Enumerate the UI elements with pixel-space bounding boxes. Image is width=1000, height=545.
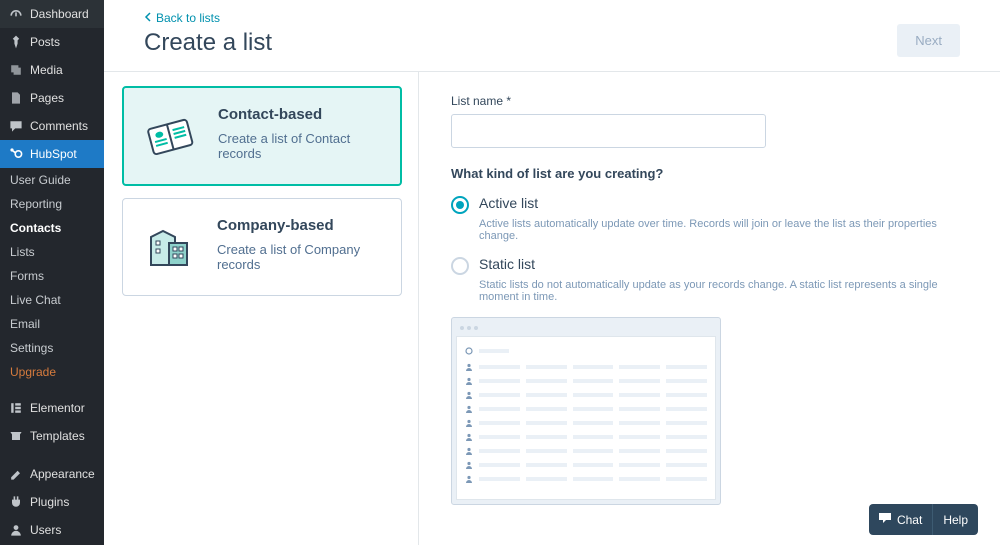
radio-desc-active: Active lists automatically update over t… [479, 218, 968, 242]
sidebar-item-label: Dashboard [30, 7, 89, 21]
chat-bubble-icon [879, 512, 893, 527]
list-config-column: List name * What kind of list are you cr… [419, 72, 1000, 545]
preview-row [465, 391, 707, 399]
media-icon [8, 62, 24, 78]
person-icon [465, 377, 473, 385]
card-desc: Create a list of Company records [217, 242, 385, 272]
contact-illustration-icon [140, 106, 200, 166]
templates-icon [8, 428, 24, 444]
preview-row [465, 377, 707, 385]
wp-admin-sidebar: Dashboard Posts Media Pages Comments HubSpot U… [0, 0, 104, 545]
person-icon [465, 447, 473, 455]
sidebar-item-label: Pages [30, 91, 64, 105]
sidebar-item-label: Appearance [30, 467, 95, 481]
sidebar-item-templates[interactable]: Templates [0, 422, 104, 450]
radio-option-static[interactable]: Static list [451, 256, 968, 275]
main-content: Back to lists Create a list Next Contact… [104, 0, 1000, 545]
radio-option-active[interactable]: Active list [451, 195, 968, 214]
back-link-text: Back to lists [156, 11, 220, 25]
hubspot-icon [8, 146, 24, 162]
sidebar-item-comments[interactable]: Comments [0, 112, 104, 140]
sidebar-item-media[interactable]: Media [0, 56, 104, 84]
sidebar-subitem-email[interactable]: Email [0, 312, 104, 336]
preview-row [465, 447, 707, 455]
person-icon [465, 433, 473, 441]
sidebar-item-label: Comments [30, 119, 88, 133]
person-icon [465, 419, 473, 427]
radio-icon [451, 196, 469, 214]
card-desc: Create a list of Contact records [218, 131, 384, 161]
page-title: Create a list [144, 29, 272, 57]
sidebar-subitem-contacts[interactable]: Contacts [0, 216, 104, 240]
sidebar-subitem-settings[interactable]: Settings [0, 336, 104, 360]
sidebar-subitem-upgrade[interactable]: Upgrade [0, 360, 104, 384]
sidebar-item-hubspot[interactable]: HubSpot [0, 140, 104, 168]
help-button[interactable]: Help [932, 504, 978, 535]
preview-row [465, 363, 707, 371]
sidebar-item-label: Elementor [30, 401, 85, 415]
person-icon [465, 391, 473, 399]
preview-row [465, 419, 707, 427]
person-icon [465, 405, 473, 413]
sidebar-subitem-lists[interactable]: Lists [0, 240, 104, 264]
sidebar-item-dashboard[interactable]: Dashboard [0, 0, 104, 28]
sidebar-item-plugins[interactable]: Plugins [0, 488, 104, 516]
list-name-label: List name * [451, 94, 968, 108]
next-button[interactable]: Next [897, 24, 960, 57]
sidebar-item-appearance[interactable]: Appearance [0, 460, 104, 488]
window-dots-icon [456, 322, 716, 336]
chevron-left-icon [144, 11, 152, 25]
back-link[interactable]: Back to lists [144, 11, 220, 25]
card-company[interactable]: Company-based Create a list of Company re… [122, 198, 402, 296]
comment-icon [8, 118, 24, 134]
sidebar-item-label: Templates [30, 429, 85, 443]
preview-row [465, 461, 707, 469]
dashboard-icon [8, 6, 24, 22]
list-name-input[interactable] [451, 114, 766, 148]
sidebar-subitem-user-guide[interactable]: User Guide [0, 168, 104, 192]
company-illustration-icon [139, 217, 199, 277]
radio-icon [451, 257, 469, 275]
person-icon [465, 475, 473, 483]
page-header: Back to lists Create a list Next [104, 0, 1000, 72]
person-icon [465, 461, 473, 469]
page-icon [8, 90, 24, 106]
elementor-icon [8, 400, 24, 416]
sidebar-subitem-reporting[interactable]: Reporting [0, 192, 104, 216]
help-label: Help [943, 513, 968, 527]
card-title: Company-based [217, 217, 385, 234]
radio-label: Static list [479, 256, 535, 272]
radio-label: Active list [479, 195, 538, 211]
preview-row [465, 433, 707, 441]
card-contact[interactable]: Contact-based Create a list of Contact re… [122, 86, 402, 186]
sidebar-item-label: Plugins [30, 495, 69, 509]
preview-row [465, 405, 707, 413]
preview-row [465, 475, 707, 483]
sidebar-item-label: Media [30, 63, 63, 77]
person-icon [465, 363, 473, 371]
support-widget: Chat Help [869, 504, 978, 535]
sidebar-subitem-forms[interactable]: Forms [0, 264, 104, 288]
sidebar-item-users[interactable]: Users [0, 516, 104, 544]
plugins-icon [8, 494, 24, 510]
radio-desc-static: Static lists do not automatically update… [479, 279, 968, 303]
card-title: Contact-based [218, 106, 384, 123]
type-selection-column: Contact-based Create a list of Contact re… [104, 72, 419, 545]
chat-button[interactable]: Chat [869, 504, 932, 535]
preview-illustration [451, 317, 721, 505]
pin-icon [8, 34, 24, 50]
sidebar-item-pages[interactable]: Pages [0, 84, 104, 112]
appearance-icon [8, 466, 24, 482]
sidebar-item-elementor[interactable]: Elementor [0, 394, 104, 422]
sidebar-item-posts[interactable]: Posts [0, 28, 104, 56]
chat-label: Chat [897, 513, 922, 527]
sidebar-item-label: HubSpot [30, 147, 77, 161]
sidebar-subitem-live-chat[interactable]: Live Chat [0, 288, 104, 312]
sidebar-item-label: Posts [30, 35, 60, 49]
users-icon [8, 522, 24, 538]
list-kind-heading: What kind of list are you creating? [451, 166, 968, 181]
sidebar-item-label: Users [30, 523, 61, 537]
filter-icon [465, 347, 473, 355]
